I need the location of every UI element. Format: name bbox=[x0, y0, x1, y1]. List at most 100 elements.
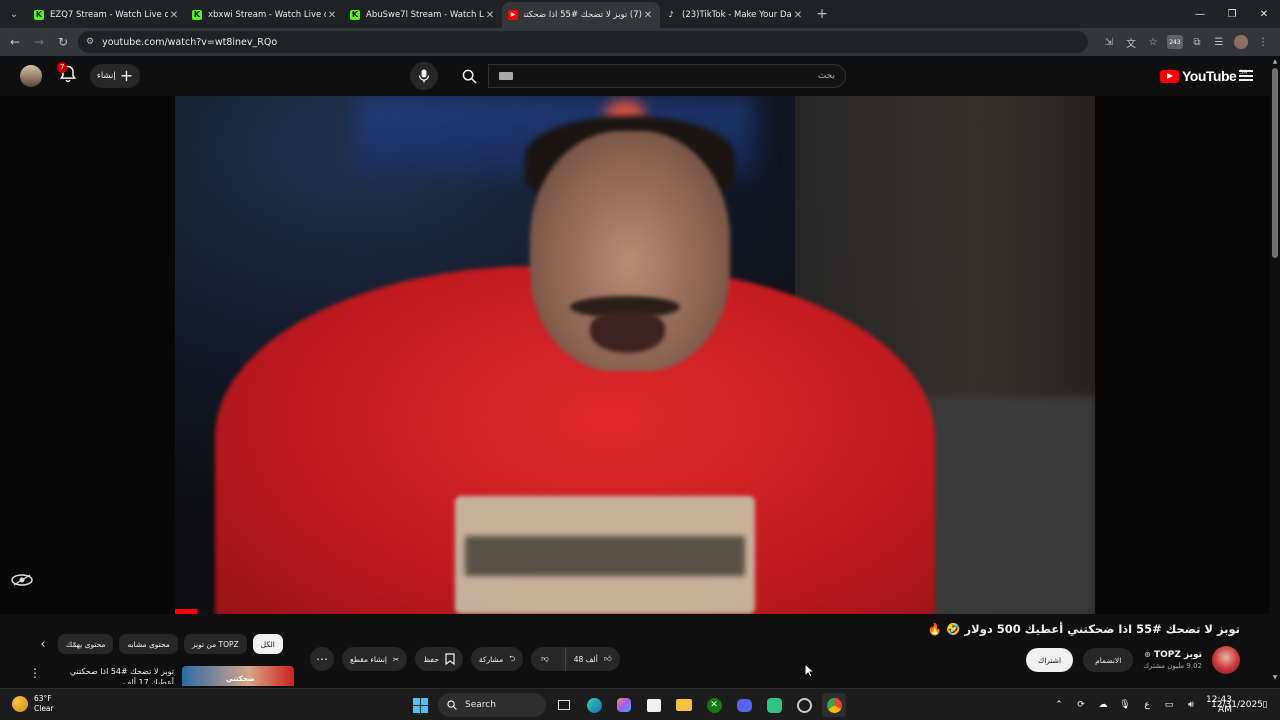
discord-icon[interactable] bbox=[732, 693, 756, 717]
windows-logo-icon bbox=[412, 697, 428, 713]
notification-center-icon[interactable]: ▯ bbox=[1256, 696, 1274, 714]
chip-similar[interactable]: محتوى مشابه bbox=[119, 634, 178, 654]
dislike-button[interactable]: 👎︎ bbox=[531, 647, 559, 671]
close-tab-icon[interactable]: ✕ bbox=[326, 10, 338, 21]
extensions-puzzle-icon[interactable]: ⧉ bbox=[1186, 31, 1208, 53]
onedrive-cloud-icon[interactable]: ☁ bbox=[1094, 696, 1112, 714]
like-dislike-group: 👎︎ 48 ألف 👍︎ bbox=[531, 647, 620, 671]
search-input[interactable]: بحث bbox=[488, 64, 846, 88]
tiktok-icon: ♪ bbox=[668, 10, 674, 19]
tab-title: (7) توبز لا تضحك #55 اذا ضحكتني bbox=[524, 10, 642, 20]
moon-weather-icon bbox=[12, 696, 28, 712]
address-bar[interactable]: ⚙ youtube.com/watch?v=wt8inev_RQo bbox=[78, 31, 1088, 53]
join-button[interactable]: الانضمام bbox=[1083, 648, 1134, 672]
like-button[interactable]: 48 ألف 👍︎ bbox=[564, 647, 620, 671]
file-explorer-icon[interactable] bbox=[672, 693, 696, 717]
save-button[interactable]: حفظ bbox=[415, 647, 463, 671]
close-tab-icon[interactable]: ✕ bbox=[792, 10, 804, 21]
browser-toolbar: ← → ↻ ⚙ youtube.com/watch?v=wt8inev_RQo … bbox=[0, 28, 1280, 56]
browser-menu-icon[interactable]: ⋮ bbox=[1252, 31, 1274, 53]
more-actions-button[interactable]: ⋯ bbox=[310, 647, 334, 671]
extension-badge[interactable]: 243 bbox=[1167, 35, 1183, 49]
channel-avatar[interactable] bbox=[1212, 646, 1240, 674]
copilot-icon[interactable] bbox=[612, 693, 636, 717]
scroll-up-icon[interactable]: ▲ bbox=[1271, 58, 1279, 66]
start-button[interactable] bbox=[408, 693, 432, 717]
browser-tab[interactable]: K EZQ7 Stream - Watch Live on Ki ✕ bbox=[28, 2, 186, 28]
tab-search-chevron-icon[interactable]: ⌄ bbox=[0, 0, 28, 28]
channel-name[interactable]: توبز TOPZ ⊛ bbox=[1143, 650, 1202, 660]
keyboard-icon[interactable] bbox=[499, 72, 513, 80]
store-icon[interactable] bbox=[642, 693, 666, 717]
youtube-logo[interactable]: YouTube SA bbox=[1160, 68, 1247, 84]
chrome-icon[interactable] bbox=[822, 693, 846, 717]
recommendation-thumbnail[interactable]: ضحكتني bbox=[182, 666, 294, 686]
minimize-icon[interactable]: — bbox=[1184, 0, 1216, 28]
install-app-icon[interactable]: ⇲ bbox=[1098, 31, 1120, 53]
task-view-icon[interactable] bbox=[552, 693, 576, 717]
clip-button[interactable]: إنشاء مقطع ✂ bbox=[342, 647, 408, 671]
scroll-down-icon[interactable]: ▼ bbox=[1271, 674, 1279, 682]
browser-tab[interactable]: ♪ (23)TikTok - Make Your Day ✕ bbox=[660, 2, 810, 28]
chip-from-channel[interactable]: من توبز TOPZ bbox=[183, 634, 247, 654]
subscribe-button[interactable]: اشتراك bbox=[1026, 648, 1074, 672]
window-controls: — ❐ ✕ bbox=[1184, 0, 1280, 28]
volume-icon[interactable]: 🔊︎ bbox=[1182, 696, 1200, 714]
chip-personal[interactable]: محتوى يهمّك bbox=[58, 634, 114, 654]
voice-search-button[interactable] bbox=[410, 62, 438, 90]
browser-tab-active[interactable]: ▶ (7) توبز لا تضحك #55 اذا ضحكتني ✕ bbox=[502, 2, 660, 28]
chevron-left-icon[interactable]: ‹ bbox=[34, 635, 52, 653]
close-tab-icon[interactable]: ✕ bbox=[642, 10, 654, 21]
android-app-icon[interactable] bbox=[762, 693, 786, 717]
bookmark-star-icon[interactable]: ☆ bbox=[1142, 31, 1164, 53]
page-scrollbar[interactable]: ▲ ▼ bbox=[1270, 56, 1280, 684]
tab-title: AbuSwe7l Stream - Watch Live bbox=[366, 10, 484, 20]
show-hidden-icons-chevron[interactable]: ⌃ bbox=[1050, 696, 1068, 714]
sync-icon[interactable]: ⟳ bbox=[1072, 696, 1090, 714]
edge-icon[interactable] bbox=[582, 693, 606, 717]
close-window-icon[interactable]: ✕ bbox=[1248, 0, 1280, 28]
youtube-wordmark: YouTube bbox=[1182, 68, 1237, 84]
thumbs-up-icon: 👍︎ bbox=[603, 654, 612, 663]
search-button[interactable] bbox=[452, 64, 486, 88]
browser-tab[interactable]: K AbuSwe7l Stream - Watch Live ✕ bbox=[344, 2, 502, 28]
more-vert-icon[interactable]: ⋮ bbox=[28, 666, 42, 680]
clock[interactable]: 12:43 AM 12/31/2025 bbox=[1206, 695, 1263, 715]
input-language[interactable]: ع bbox=[1138, 696, 1156, 714]
restore-icon[interactable]: ❐ bbox=[1216, 0, 1248, 28]
search-placeholder: بحث bbox=[817, 71, 835, 81]
browser-tab-strip: ⌄ K EZQ7 Stream - Watch Live on Ki ✕ K x… bbox=[0, 0, 1280, 28]
account-avatar[interactable] bbox=[20, 65, 42, 87]
reading-list-icon[interactable]: ☰ bbox=[1208, 31, 1230, 53]
chip-all[interactable]: الكل bbox=[252, 634, 283, 654]
weather-widget[interactable]: 63°F Clear bbox=[12, 694, 54, 714]
taskbar-search[interactable]: Search bbox=[438, 693, 546, 717]
video-frame[interactable] bbox=[175, 96, 1095, 614]
steam-icon[interactable] bbox=[792, 693, 816, 717]
new-tab-icon[interactable]: + bbox=[810, 6, 834, 22]
youtube-play-icon bbox=[1160, 69, 1179, 83]
ambient-mode-eye-icon[interactable] bbox=[10, 573, 34, 587]
create-label: إنشاء bbox=[96, 71, 116, 81]
guide-menu-icon[interactable] bbox=[1239, 70, 1253, 81]
back-icon[interactable]: ← bbox=[3, 30, 27, 54]
clock-date: 12/31/2025 bbox=[1211, 700, 1263, 710]
create-button[interactable]: إنشاء + bbox=[90, 64, 140, 88]
video-player[interactable] bbox=[0, 96, 1270, 614]
browser-tab[interactable]: K xbxwi Stream - Watch Live on Ki ✕ bbox=[186, 2, 344, 28]
toolbar-actions: ⇲ 文 ☆ 243 ⧉ ☰ ⋮ bbox=[1098, 30, 1274, 54]
xbox-icon[interactable]: ✕ bbox=[702, 693, 726, 717]
share-button[interactable]: مشاركة ⮌ bbox=[470, 647, 524, 671]
forward-icon[interactable]: → bbox=[27, 30, 51, 54]
profile-avatar[interactable] bbox=[1234, 35, 1248, 49]
reload-icon[interactable]: ↻ bbox=[51, 30, 75, 54]
microphone-tray-icon[interactable]: 🎙︎ bbox=[1116, 696, 1134, 714]
close-tab-icon[interactable]: ✕ bbox=[484, 10, 496, 21]
recommendation-item[interactable]: ⋮ توبز لا تضحك #54 اذا ضحكتني أعطيك 17 أ… bbox=[28, 666, 294, 686]
watch-metadata: توبز لا تضحك #55 اذا ضحكتني أعطيك 500 دو… bbox=[0, 614, 1270, 686]
site-info-icon[interactable]: ⚙ bbox=[86, 37, 94, 47]
scrollbar-thumb[interactable] bbox=[1272, 68, 1278, 258]
translate-icon[interactable]: 文 bbox=[1120, 31, 1142, 53]
close-tab-icon[interactable]: ✕ bbox=[168, 10, 180, 21]
network-icon[interactable]: ▭ bbox=[1160, 696, 1178, 714]
